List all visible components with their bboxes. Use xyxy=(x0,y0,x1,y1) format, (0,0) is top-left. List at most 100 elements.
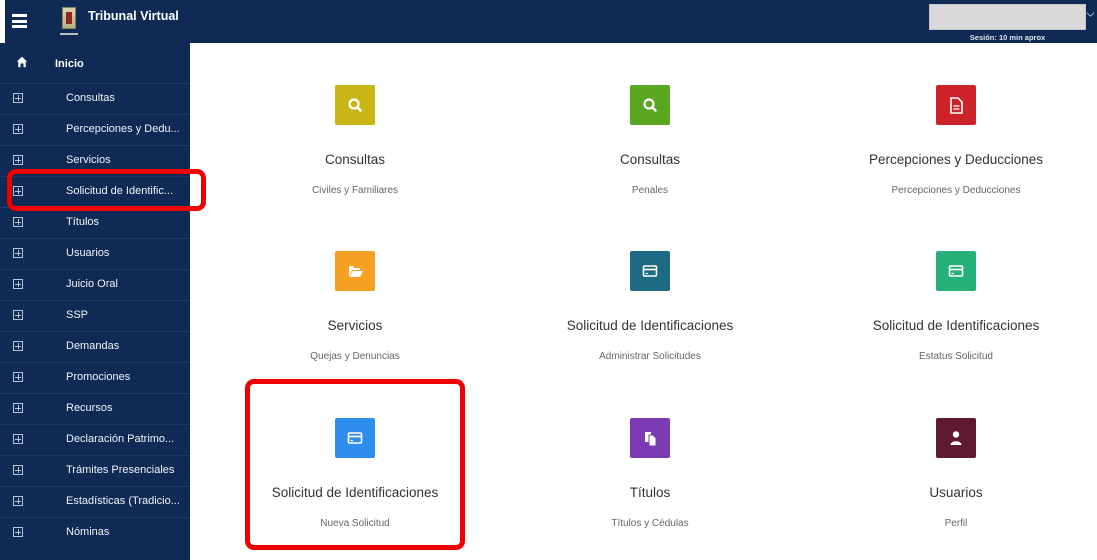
sidebar-item-label: Juicio Oral xyxy=(66,278,118,290)
top-left-edge xyxy=(0,0,5,43)
card-subtitle: Títulos y Cédulas xyxy=(611,518,689,529)
sidebar-item-label: Nóminas xyxy=(66,526,110,538)
sidebar-item-label: Estadísticas (Tradicio... xyxy=(66,495,180,507)
expand-plus-icon xyxy=(13,465,23,475)
sidebar-item-label: Promociones xyxy=(66,371,131,383)
sidebar-item-usuarios[interactable]: Usuarios xyxy=(0,238,190,269)
user-icon xyxy=(950,431,962,445)
sidebar-item-label: Trámites Presenciales xyxy=(66,464,175,476)
sidebar-item-ssp[interactable]: SSP xyxy=(0,300,190,331)
card-usuarios[interactable]: Usuarios Perfil xyxy=(806,418,1097,560)
expand-plus-icon xyxy=(13,93,23,103)
card-title: Percepciones y Deducciones xyxy=(868,152,1044,167)
card-title: Consultas xyxy=(619,152,681,167)
card-icon-box xyxy=(630,418,670,458)
hamburger-menu-icon[interactable] xyxy=(12,14,27,28)
card-subtitle: Perfil xyxy=(944,518,968,529)
sidebar-item-nominas[interactable]: Nóminas xyxy=(0,517,190,548)
expand-plus-icon xyxy=(13,496,23,506)
sidebar-item-recursos[interactable]: Recursos xyxy=(0,393,190,424)
home-icon xyxy=(16,56,28,68)
card-consultas-penales[interactable]: Consultas Penales xyxy=(500,85,800,245)
card-icon-box xyxy=(335,85,375,125)
card-servicios[interactable]: Servicios Quejas y Denuncias xyxy=(205,251,505,411)
expand-plus-icon xyxy=(13,155,23,165)
card-icon-box xyxy=(630,251,670,291)
card-icon-box xyxy=(335,418,375,458)
sidebar-item-label: Percepciones y Dedu... xyxy=(66,123,180,135)
sidebar-item-label: SSP xyxy=(66,309,89,321)
sidebar-item-label: Títulos xyxy=(66,216,100,228)
card-title: Consultas xyxy=(324,152,386,167)
sidebar-item-tramites-presenciales[interactable]: Trámites Presenciales xyxy=(0,455,190,486)
sidebar-item-servicios[interactable]: Servicios xyxy=(0,145,190,176)
card-title: Solicitud de Identificaciones xyxy=(872,318,1040,333)
expand-plus-icon xyxy=(13,372,23,382)
card-subtitle: Nueva Solicitud xyxy=(320,518,390,529)
sidebar-item-promociones[interactable]: Promociones xyxy=(0,362,190,393)
user-account-select[interactable] xyxy=(929,4,1086,30)
sidebar: Inicio Consultas Percepciones y Dedu... … xyxy=(0,43,190,560)
card-solicitud-estatus[interactable]: Solicitud de Identificaciones Estatus So… xyxy=(806,251,1097,411)
copy-icon xyxy=(645,432,657,447)
card-solicitud-nueva[interactable]: Solicitud de Identificaciones Nueva Soli… xyxy=(205,418,505,560)
expand-plus-icon xyxy=(13,403,23,413)
sidebar-item-estadisticas[interactable]: Estadísticas (Tradicio... xyxy=(0,486,190,517)
expand-plus-icon xyxy=(13,124,23,134)
card-titulos[interactable]: Títulos Títulos y Cédulas xyxy=(500,418,800,560)
card-subtitle: Civiles y Familiares xyxy=(311,185,399,196)
sidebar-item-solicitud-identificaciones[interactable]: Solicitud de Identific... xyxy=(0,176,190,207)
card-subtitle: Quejas y Denuncias xyxy=(310,351,400,362)
card-icon-box xyxy=(936,85,976,125)
app-title: Tribunal Virtual xyxy=(88,9,179,23)
sidebar-item-demandas[interactable]: Demandas xyxy=(0,331,190,362)
card-title: Servicios xyxy=(327,318,383,333)
top-bar: Tribunal Virtual Sesión: 10 min aprox xyxy=(0,0,1097,43)
card-icon-box xyxy=(630,85,670,125)
expand-plus-icon xyxy=(13,527,23,537)
document-icon xyxy=(950,97,963,114)
sidebar-item-label: Servicios xyxy=(66,154,111,166)
card-consultas-civiles[interactable]: Consultas Civiles y Familiares xyxy=(205,85,505,245)
expand-plus-icon xyxy=(13,279,23,289)
id-card-icon xyxy=(347,432,363,444)
card-icon-box xyxy=(936,251,976,291)
sidebar-item-label: Demandas xyxy=(66,340,120,352)
sidebar-item-label: Usuarios xyxy=(66,247,110,259)
card-subtitle: Administrar Solicitudes xyxy=(599,351,701,362)
sidebar-item-juicio-oral[interactable]: Juicio Oral xyxy=(0,269,190,300)
expand-plus-icon xyxy=(13,434,23,444)
card-subtitle: Estatus Solicitud xyxy=(919,351,993,362)
card-subtitle: Penales xyxy=(631,185,669,196)
sidebar-item-label: Recursos xyxy=(66,402,113,414)
search-icon xyxy=(348,98,362,112)
sidebar-item-inicio[interactable]: Inicio xyxy=(0,43,190,83)
sidebar-item-label: Declaración Patrimo... xyxy=(66,433,175,445)
id-card-icon xyxy=(948,265,964,277)
logo-underline xyxy=(60,33,78,35)
card-title: Solicitud de Identificaciones xyxy=(566,318,734,333)
card-solicitud-administrar[interactable]: Solicitud de Identificaciones Administra… xyxy=(500,251,800,411)
expand-plus-icon xyxy=(13,217,23,227)
id-card-icon xyxy=(642,265,658,277)
sidebar-item-label: Inicio xyxy=(55,58,84,70)
chevron-down-icon[interactable] xyxy=(1086,10,1095,19)
card-title: Solicitud de Identificaciones xyxy=(271,485,439,500)
card-subtitle: Percepciones y Deducciones xyxy=(891,185,1021,196)
sidebar-item-declaracion-patrimonial[interactable]: Declaración Patrimo... xyxy=(0,424,190,455)
sidebar-item-percepciones[interactable]: Percepciones y Dedu... xyxy=(0,114,190,145)
sidebar-item-consultas[interactable]: Consultas xyxy=(0,83,190,114)
card-title: Títulos xyxy=(629,485,671,500)
card-title: Usuarios xyxy=(929,485,983,500)
tribunal-logo xyxy=(62,7,76,29)
folder-open-icon xyxy=(349,266,363,277)
expand-plus-icon xyxy=(13,248,23,258)
expand-plus-icon xyxy=(13,310,23,320)
card-icon-box xyxy=(335,251,375,291)
expand-plus-icon xyxy=(13,186,23,196)
sidebar-item-titulos[interactable]: Títulos xyxy=(0,207,190,238)
sidebar-item-label: Consultas xyxy=(66,92,115,104)
sidebar-item-label: Solicitud de Identific... xyxy=(66,185,174,197)
card-percepciones-deducciones[interactable]: Percepciones y Deducciones Percepciones … xyxy=(806,85,1097,245)
card-icon-box xyxy=(936,418,976,458)
